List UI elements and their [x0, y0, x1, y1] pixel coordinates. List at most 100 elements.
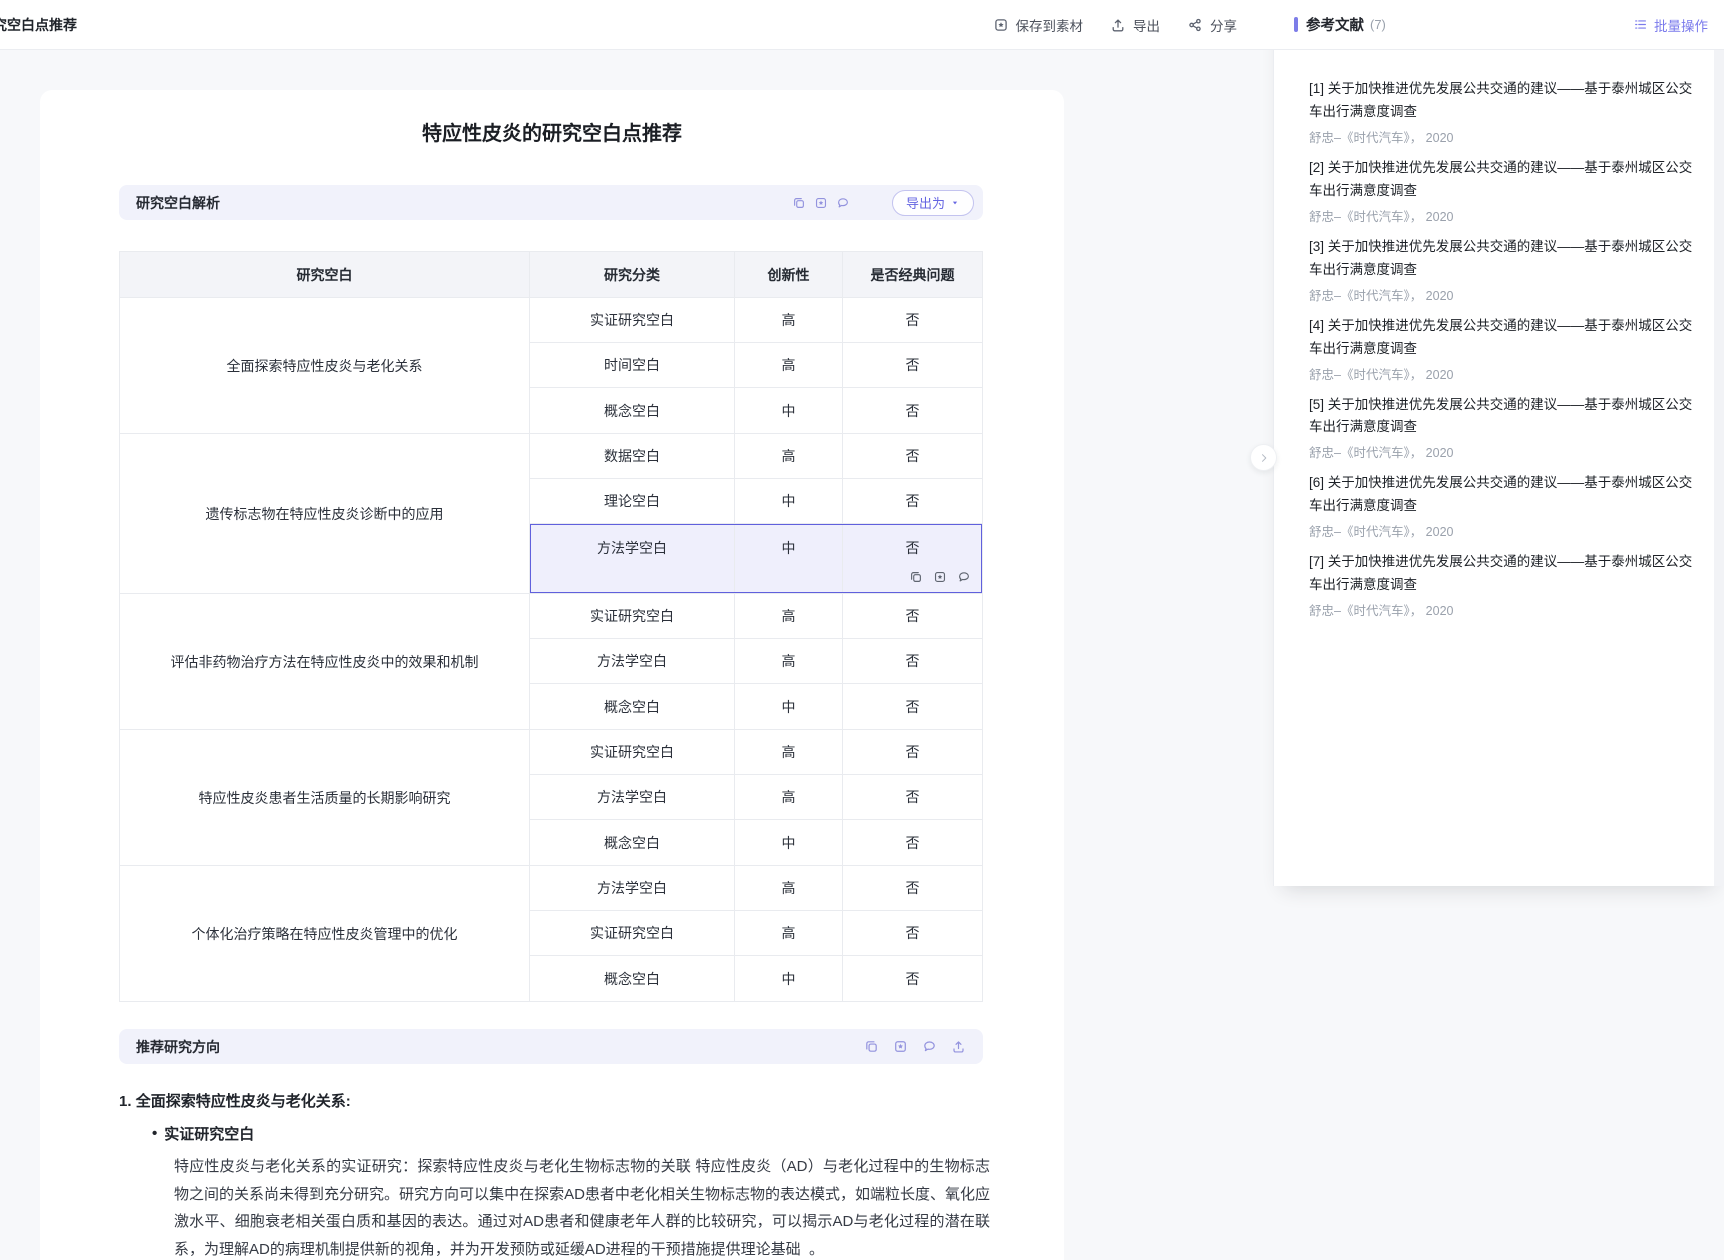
sidebar-collapse-button[interactable] — [1250, 444, 1277, 471]
table-row[interactable]: 概念空白中否 — [530, 820, 982, 865]
reference-item[interactable]: [1] 关于加快推进优先发展公共交通的建议——基于泰州城区公交车出行满意度调查 … — [1309, 78, 1693, 146]
classic-question-cell[interactable]: 否 — [843, 479, 982, 523]
table-row[interactable]: 概念空白中否 — [530, 956, 982, 1001]
topbar-action-1[interactable]: 保存到素材 — [993, 15, 1084, 35]
topbar-action-2[interactable]: 导出 — [1110, 15, 1160, 35]
table-row[interactable]: 实证研究空白高否 — [530, 730, 982, 775]
category-cell[interactable]: 方法学空白 — [530, 775, 735, 819]
category-cell[interactable]: 实证研究空白 — [530, 911, 735, 955]
save-to-material-icon[interactable] — [933, 570, 947, 584]
page: 研究空白点推荐 保存到素材导出分享 特应性皮炎的研究空白点推荐 研究空白解析 导… — [0, 0, 1724, 1260]
innovation-cell[interactable]: 中 — [735, 684, 843, 729]
table-row[interactable]: 时间空白高否 — [530, 343, 982, 388]
classic-question-cell[interactable]: 否 — [843, 866, 982, 910]
table-row[interactable]: 概念空白中否 — [530, 388, 982, 433]
table-row[interactable]: 实证研究空白高否 — [530, 911, 982, 956]
reference-item[interactable]: [3] 关于加快推进优先发展公共交通的建议——基于泰州城区公交车出行满意度调查 … — [1309, 236, 1693, 304]
table-row[interactable]: 数据空白高否 — [530, 434, 982, 479]
reference-item[interactable]: [5] 关于加快推进优先发展公共交通的建议——基于泰州城区公交车出行满意度调查 … — [1309, 394, 1693, 462]
batch-icon — [1633, 17, 1648, 32]
innovation-cell[interactable]: 高 — [735, 639, 843, 683]
innovation-cell[interactable]: 中 — [735, 956, 843, 1001]
innovation-cell[interactable]: 高 — [735, 343, 843, 387]
classic-question-cell[interactable]: 否 — [843, 820, 982, 865]
export-as-button[interactable]: 导出为 — [892, 190, 974, 216]
group-label-cell[interactable]: 遗传标志物在特应性皮炎诊断中的应用 — [120, 434, 530, 593]
classic-question-cell[interactable]: 否 — [843, 594, 982, 638]
save-to-material-icon[interactable] — [893, 1039, 908, 1054]
reference-title: [6] 关于加快推进优先发展公共交通的建议——基于泰州城区公交车出行满意度调查 — [1309, 472, 1693, 518]
topbar-action-label: 保存到素材 — [1016, 15, 1084, 35]
classic-question-cell[interactable]: 否 — [843, 343, 982, 387]
category-cell[interactable]: 时间空白 — [530, 343, 735, 387]
table-row[interactable]: 理论空白中否 — [530, 479, 982, 524]
classic-question-cell[interactable]: 否 — [843, 639, 982, 683]
innovation-cell[interactable]: 高 — [735, 866, 843, 910]
copy-icon[interactable] — [864, 1039, 879, 1054]
group-label-cell[interactable]: 特应性皮炎患者生活质量的长期影响研究 — [120, 730, 530, 865]
classic-question-cell[interactable]: 否 — [843, 298, 982, 342]
classic-question-cell[interactable]: 否 — [843, 434, 982, 478]
category-cell[interactable]: 方法学空白 — [530, 866, 735, 910]
save-to-material-icon[interactable] — [814, 196, 828, 210]
innovation-cell[interactable]: 高 — [735, 775, 843, 819]
upload-icon[interactable] — [951, 1039, 966, 1054]
bullet-line: • 实证研究空白 — [152, 1123, 1019, 1144]
quote-icon[interactable] — [836, 196, 850, 210]
innovation-cell[interactable]: 中 — [735, 388, 843, 433]
category-cell[interactable]: 概念空白 — [530, 820, 735, 865]
copy-icon[interactable] — [909, 570, 923, 584]
references-count: (7) — [1370, 17, 1386, 32]
category-cell[interactable]: 概念空白 — [530, 956, 735, 1001]
innovation-cell[interactable]: 高 — [735, 730, 843, 774]
reference-item[interactable]: [7] 关于加快推进优先发展公共交通的建议——基于泰州城区公交车出行满意度调查 … — [1309, 551, 1693, 619]
table-header-cell: 创新性 — [735, 252, 843, 297]
reference-title: [4] 关于加快推进优先发展公共交通的建议——基于泰州城区公交车出行满意度调查 — [1309, 315, 1693, 361]
table-row[interactable]: 方法学空白高否 — [530, 866, 982, 911]
table-row-selected[interactable]: 方法学空白中否 — [530, 524, 982, 593]
classic-question-cell[interactable]: 否 — [843, 684, 982, 729]
classic-question-cell[interactable]: 否 — [843, 911, 982, 955]
category-cell[interactable]: 概念空白 — [530, 684, 735, 729]
innovation-cell[interactable]: 高 — [735, 434, 843, 478]
reference-item[interactable]: [2] 关于加快推进优先发展公共交通的建议——基于泰州城区公交车出行满意度调查 … — [1309, 157, 1693, 225]
table-row[interactable]: 概念空白中否 — [530, 684, 982, 729]
category-cell[interactable]: 实证研究空白 — [530, 594, 735, 638]
category-cell[interactable]: 实证研究空白 — [530, 730, 735, 774]
sidebar-scrollbar[interactable] — [1714, 50, 1724, 886]
category-cell[interactable]: 实证研究空白 — [530, 298, 735, 342]
classic-question-cell[interactable]: 否 — [843, 956, 982, 1001]
table-row[interactable]: 方法学空白高否 — [530, 639, 982, 684]
category-cell[interactable]: 概念空白 — [530, 388, 735, 433]
quote-icon[interactable] — [957, 570, 971, 584]
innovation-cell[interactable]: 高 — [735, 298, 843, 342]
innovation-cell[interactable]: 中 — [735, 479, 843, 523]
group-label-cell[interactable]: 全面探索特应性皮炎与老化关系 — [120, 298, 530, 433]
classic-question-cell[interactable]: 否 — [843, 730, 982, 774]
batch-actions-button[interactable]: 批量操作 — [1633, 15, 1708, 35]
classic-question-cell[interactable]: 否 — [843, 775, 982, 819]
category-cell[interactable]: 理论空白 — [530, 479, 735, 523]
reference-list: [1] 关于加快推进优先发展公共交通的建议——基于泰州城区公交车出行满意度调查 … — [1274, 50, 1724, 619]
reference-item[interactable]: [6] 关于加快推进优先发展公共交通的建议——基于泰州城区公交车出行满意度调查 … — [1309, 472, 1693, 540]
category-cell[interactable]: 方法学空白 — [530, 639, 735, 683]
table-row[interactable]: 方法学空白高否 — [530, 775, 982, 820]
quote-icon[interactable] — [922, 1039, 937, 1054]
topbar-action-3[interactable]: 分享 — [1187, 15, 1237, 35]
table-row[interactable]: 实证研究空白高否 — [530, 594, 982, 639]
innovation-cell[interactable]: 高 — [735, 911, 843, 955]
reference-item[interactable]: [4] 关于加快推进优先发展公共交通的建议——基于泰州城区公交车出行满意度调查 … — [1309, 315, 1693, 383]
category-cell[interactable]: 方法学空白 — [530, 524, 735, 593]
innovation-cell[interactable]: 高 — [735, 594, 843, 638]
topbar-action-label: 导出 — [1133, 15, 1160, 35]
innovation-cell[interactable]: 中 — [735, 820, 843, 865]
category-cell[interactable]: 数据空白 — [530, 434, 735, 478]
innovation-cell[interactable]: 中 — [735, 524, 843, 593]
copy-icon[interactable] — [792, 196, 806, 210]
section-toolbar — [792, 196, 850, 210]
accent-bar — [1294, 17, 1298, 32]
group-label-cell[interactable]: 评估非药物治疗方法在特应性皮炎中的效果和机制 — [120, 594, 530, 729]
table-row[interactable]: 实证研究空白高否 — [530, 298, 982, 343]
group-label-cell[interactable]: 个体化治疗策略在特应性皮炎管理中的优化 — [120, 866, 530, 1001]
classic-question-cell[interactable]: 否 — [843, 388, 982, 433]
